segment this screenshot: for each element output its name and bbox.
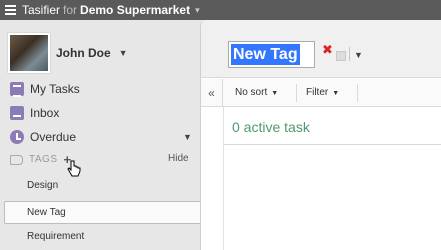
menu-icon[interactable] xyxy=(5,5,16,15)
chevron-down-icon: ▼ xyxy=(271,90,279,97)
filter-dropdown[interactable]: Filter ▼ xyxy=(306,87,339,98)
sidebar-item-label: Overdue xyxy=(30,130,77,144)
organization-name[interactable]: Demo Supermarket xyxy=(80,3,190,17)
list-toolbar: « No sort ▼ Filter ▼ xyxy=(201,79,441,107)
chevron-down-icon[interactable]: ▼ xyxy=(354,50,363,60)
active-task-count: 0 active task xyxy=(232,119,310,135)
tag-header: New Tag ✖ ▼ xyxy=(201,20,441,78)
color-square-button[interactable] xyxy=(336,51,346,61)
app-name: Tasifier xyxy=(22,3,61,17)
sidebar-item-overdue[interactable]: Overdue xyxy=(10,130,76,144)
close-icon[interactable]: ✖ xyxy=(322,42,333,58)
tasks-icon xyxy=(10,82,24,97)
sidebar-tag-new-tag[interactable]: New Tag xyxy=(4,201,201,224)
sidebar-tag-label: New Tag xyxy=(27,207,66,218)
chevron-down-icon[interactable]: ▼ xyxy=(119,48,128,58)
sort-dropdown[interactable]: No sort ▼ xyxy=(235,87,278,98)
main-panel: New Tag ✖ ▼ « No sort ▼ Filter ▼ 0 active … xyxy=(200,20,441,250)
divider xyxy=(349,47,350,61)
tags-header: TAGS + xyxy=(10,152,71,167)
hand-cursor-icon xyxy=(67,160,81,177)
avatar xyxy=(8,33,50,73)
organization-dropdown-icon[interactable]: ▾ xyxy=(195,5,200,16)
tag-title-selected-text: New Tag xyxy=(231,44,300,65)
divider xyxy=(223,144,441,145)
sidebar-item-label: Inbox xyxy=(30,106,60,120)
for-label: for xyxy=(63,3,78,17)
sidebar-item-label: My Tasks xyxy=(30,82,80,96)
user-name[interactable]: John Doe xyxy=(56,46,111,60)
sort-label: No sort xyxy=(235,87,268,98)
divider xyxy=(223,107,224,250)
top-bar: Tasifier for Demo Supermarket ▾ xyxy=(0,0,441,20)
overdue-icon xyxy=(10,130,24,144)
divider xyxy=(296,84,297,102)
collapse-sidebar-button[interactable]: « xyxy=(201,79,223,107)
overdue-dropdown-icon[interactable]: ▼ xyxy=(183,132,192,142)
tag-icon xyxy=(10,154,23,165)
sidebar-tag-requirement[interactable]: Requirement xyxy=(27,231,84,242)
sidebar-tag-design[interactable]: Design xyxy=(27,180,58,191)
sidebar-item-my-tasks[interactable]: My Tasks xyxy=(10,82,80,97)
tags-label: TAGS xyxy=(29,154,58,165)
inbox-icon xyxy=(10,106,24,120)
filter-label: Filter xyxy=(306,87,329,98)
tag-title-input[interactable]: New Tag xyxy=(228,41,315,68)
hide-tags-link[interactable]: Hide xyxy=(168,153,189,164)
divider xyxy=(357,84,358,102)
chevron-down-icon: ▼ xyxy=(332,90,340,97)
sidebar-item-inbox[interactable]: Inbox xyxy=(10,106,59,120)
user-profile[interactable]: John Doe ▼ xyxy=(8,33,128,73)
